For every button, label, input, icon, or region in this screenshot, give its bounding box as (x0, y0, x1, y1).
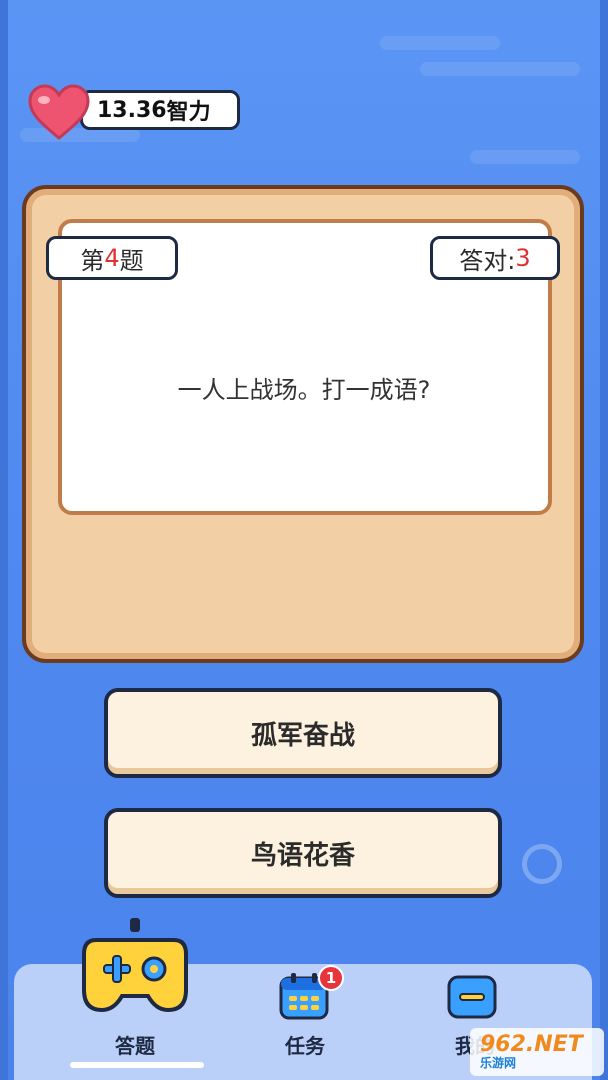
watermark-bottom: 乐游网 (480, 1056, 517, 1070)
cloud-decoration (470, 150, 580, 164)
answer-option-1[interactable]: 孤军奋战 (104, 688, 502, 778)
gamepad-icon[interactable] (82, 918, 188, 1014)
question-number: 4 (104, 244, 120, 272)
iq-balance[interactable]: 13.36 智力 (80, 90, 240, 130)
tab-answer[interactable]: 答题 (100, 1030, 170, 1059)
task-badge: 1 (318, 965, 344, 991)
correct-count: 3 (515, 244, 531, 272)
wallet-icon[interactable] (446, 974, 498, 1020)
question-number-tag: 第4题 (46, 236, 178, 280)
question-text: 一人上战场。打一成语? (177, 376, 431, 404)
correct-count-tag: 答对: 3 (430, 236, 560, 280)
tab-tasks[interactable]: 任务 (270, 1030, 340, 1059)
correct-label: 答对: (459, 246, 516, 275)
watermark-logo: 962.NET 乐游网 (470, 1028, 604, 1076)
watermark-top: 962.NET (480, 1032, 583, 1057)
answer-option-2[interactable]: 鸟语花香 (104, 808, 502, 898)
iq-unit: 智力 (166, 100, 211, 125)
cloud-decoration (380, 36, 500, 50)
iq-value: 13.36 (97, 97, 167, 123)
heart-icon (28, 84, 90, 140)
cloud-decoration (420, 62, 580, 76)
question-suffix: 题 (119, 246, 144, 275)
question-prefix: 第 (80, 246, 105, 275)
loading-ring-icon (522, 844, 562, 884)
home-indicator (70, 1062, 204, 1068)
